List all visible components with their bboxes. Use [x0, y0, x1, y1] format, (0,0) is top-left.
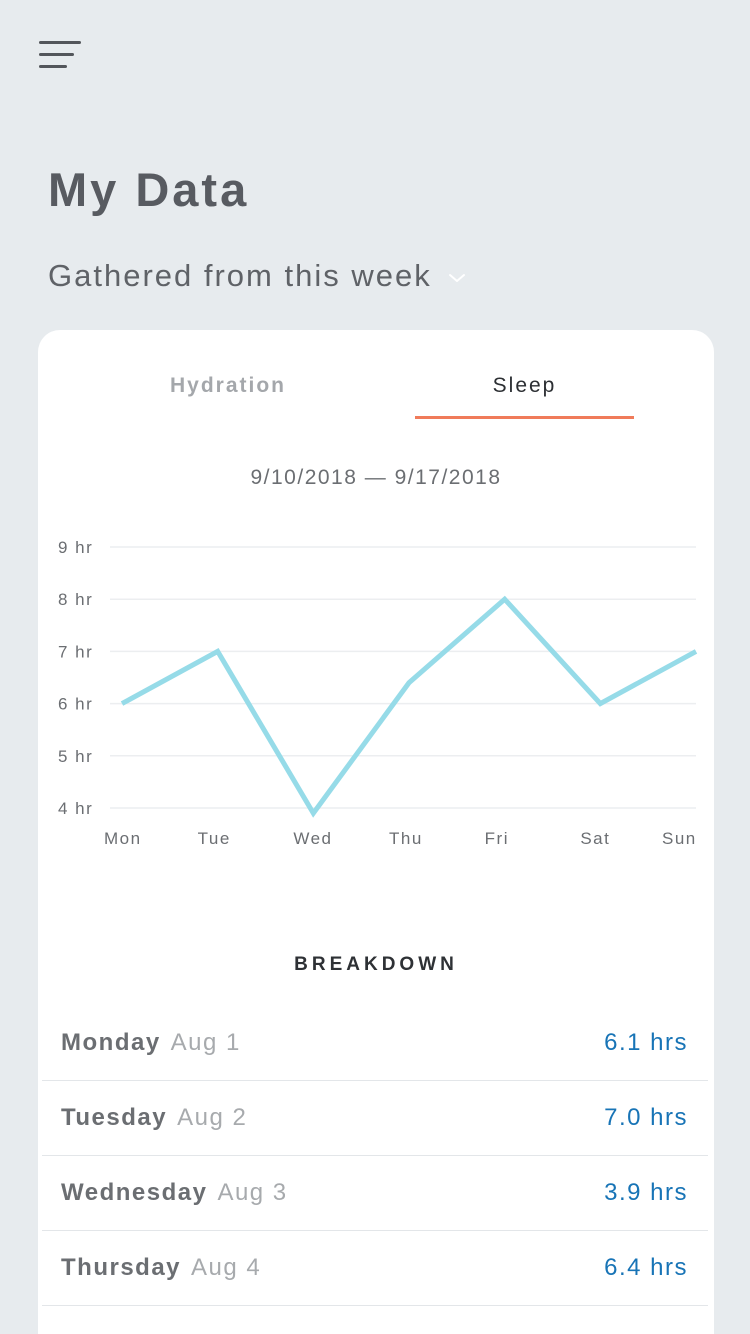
row-day: Tuesday: [61, 1104, 168, 1131]
row-date: Aug 2: [177, 1104, 248, 1131]
x-tick-label: Wed: [293, 829, 332, 848]
breakdown-title: BREAKDOWN: [294, 954, 458, 975]
row-day: Thursday: [61, 1254, 182, 1281]
y-tick-label: 9 hr: [58, 538, 93, 557]
y-tick-label: 5 hr: [58, 747, 93, 766]
tab-sleep[interactable]: Sleep: [415, 374, 634, 398]
menu-icon-line: [39, 65, 67, 68]
data-card: Hydration Sleep 9/10/2018 — 9/17/2018 9 …: [38, 330, 714, 1334]
range-dropdown[interactable]: Gathered from this week: [48, 256, 466, 296]
list-item[interactable]: Thursday Aug 4 6.4 hrs: [42, 1231, 708, 1306]
y-tick-label: 8 hr: [58, 590, 93, 609]
row-date: Aug 1: [170, 1029, 241, 1056]
chevron-down-icon: [448, 274, 465, 282]
active-tab-indicator: [415, 416, 634, 419]
menu-icon-line: [39, 53, 74, 56]
y-tick-label: 7 hr: [58, 642, 93, 661]
range-label: Gathered from this week: [48, 258, 432, 293]
row-value: 7.0 hrs: [604, 1104, 688, 1131]
x-tick-label: Sun: [662, 829, 697, 848]
menu-button[interactable]: [36, 36, 84, 74]
page-title: My Data: [48, 163, 250, 216]
row-value: 6.1 hrs: [604, 1029, 688, 1056]
menu-icon: [39, 41, 81, 44]
x-tick-label: Fri: [485, 829, 509, 848]
x-tick-label: Sat: [580, 829, 610, 848]
list-item[interactable]: Wednesday Aug 3 3.9 hrs: [42, 1156, 708, 1231]
row-value: 3.9 hrs: [604, 1179, 688, 1206]
y-tick-label: 4 hr: [58, 799, 93, 818]
list-item[interactable]: Tuesday Aug 2 7.0 hrs: [42, 1081, 708, 1156]
date-range: 9/10/2018 — 9/17/2018: [250, 466, 502, 489]
row-day: Wednesday: [61, 1179, 208, 1206]
tab-hydration[interactable]: Hydration: [138, 374, 318, 398]
row-day: Monday: [61, 1029, 161, 1056]
breakdown-list: Monday Aug 1 6.1 hrs Tuesday Aug 2 7.0 hrs…: [42, 1006, 708, 1306]
row-date: Aug 4: [191, 1254, 262, 1281]
x-tick-label: Thu: [389, 829, 423, 848]
row-value: 6.4 hrs: [604, 1254, 688, 1281]
x-tick-label: Mon: [104, 829, 142, 848]
y-tick-label: 6 hr: [58, 695, 93, 714]
sleep-line-chart: 9 hr 8 hr 7 hr 6 hr 5 hr 4 hr Mon Tue Wed Thu Fri S…: [58, 538, 698, 848]
x-tick-label: Tue: [198, 829, 231, 848]
sleep-series-line: [120, 595, 698, 818]
row-date: Aug 3: [217, 1179, 288, 1206]
list-item[interactable]: Monday Aug 1 6.1 hrs: [42, 1006, 708, 1081]
